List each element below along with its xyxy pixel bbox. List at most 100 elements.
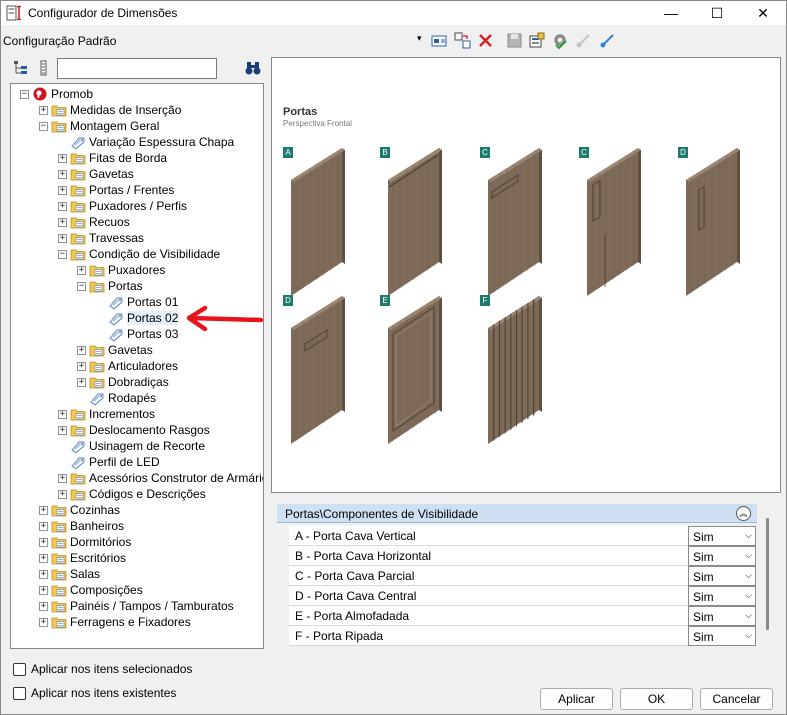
tree-item[interactable]: + Portas / Frentes	[58, 182, 174, 198]
property-value-select[interactable]: Sim ⌵	[688, 586, 756, 606]
tree-item[interactable]: + Gavetas	[58, 166, 134, 182]
tree-search-input[interactable]	[57, 58, 217, 79]
property-value-select[interactable]: Sim ⌵	[688, 566, 756, 586]
expand-node-icon[interactable]: +	[58, 217, 67, 227]
export-icon[interactable]	[528, 32, 546, 50]
expand-node-icon[interactable]: +	[58, 185, 67, 195]
tree-item[interactable]: + Articuladores	[77, 358, 178, 374]
collapse-node-icon[interactable]: −	[20, 89, 29, 99]
tree-item[interactable]: + Painéis / Tampos / Tamburatos	[39, 598, 234, 614]
expand-node-icon[interactable]: +	[58, 169, 67, 179]
chevron-down-icon: ⌵	[745, 550, 752, 560]
expand-node-icon[interactable]: +	[58, 409, 67, 419]
expand-node-icon[interactable]: +	[77, 345, 86, 355]
tree-item[interactable]: + Puxadores	[77, 262, 165, 278]
expand-node-icon[interactable]: +	[58, 473, 67, 483]
tree-item[interactable]: Portas 01	[96, 294, 178, 310]
tree-item[interactable]: + Puxadores / Perfis	[58, 198, 187, 214]
tree-item[interactable]: − Promob	[20, 86, 93, 102]
tree-item[interactable]: + Composições	[39, 582, 143, 598]
expand-node-icon[interactable]: +	[39, 537, 48, 547]
expand-icon[interactable]	[575, 32, 593, 50]
tree-item[interactable]: + Salas	[39, 566, 100, 582]
tree-item[interactable]: + Gavetas	[77, 342, 153, 358]
expand-node-icon[interactable]: +	[77, 377, 86, 387]
maximize-button[interactable]: ☐	[694, 1, 740, 25]
tree-item[interactable]: + Banheiros	[39, 518, 124, 534]
binoculars-icon[interactable]	[244, 59, 262, 77]
title-bar[interactable]: Configurador de Dimensões — ☐ ✕	[1, 1, 786, 25]
expand-node-icon[interactable]: +	[39, 601, 48, 611]
tree-item[interactable]: Rodapés	[77, 390, 156, 406]
tree-item[interactable]: + Incrementos	[58, 406, 155, 422]
apply-selected-checkbox-row[interactable]: Aplicar nos itens selecionados	[13, 662, 192, 676]
tree-item[interactable]: Perfil de LED	[58, 454, 160, 470]
tree-item[interactable]: + Travessas	[58, 230, 144, 246]
delete-icon[interactable]	[477, 32, 495, 50]
expand-node-icon[interactable]: +	[58, 201, 67, 211]
save-icon[interactable]	[506, 32, 524, 50]
apply-selected-label: Aplicar nos itens selecionados	[31, 662, 193, 676]
tree-item[interactable]: − Condição de Visibilidade	[58, 246, 220, 262]
expand-node-icon[interactable]: +	[77, 265, 86, 275]
minimize-button[interactable]: —	[648, 1, 694, 25]
collapse-section-icon[interactable]: ︽	[736, 506, 751, 521]
property-row: D - Porta Cava Central Sim ⌵	[289, 586, 756, 606]
expand-node-icon[interactable]: +	[39, 505, 48, 515]
apply-existing-checkbox-row[interactable]: Aplicar nos itens existentes	[13, 686, 176, 700]
collapse-node-icon[interactable]: −	[39, 121, 48, 131]
tree-item[interactable]: + Escritórios	[39, 550, 126, 566]
tree-item[interactable]: Usinagem de Recorte	[58, 438, 205, 454]
tree-item[interactable]: Variação Espessura Chapa	[58, 134, 234, 150]
property-value-select[interactable]: Sim ⌵	[688, 526, 756, 546]
collapse-icon[interactable]	[599, 32, 617, 50]
expand-node-icon[interactable]: +	[77, 361, 86, 371]
tree-item[interactable]: + Cozinhas	[39, 502, 120, 518]
tree-item[interactable]: + Acessórios Construtor de Armários	[58, 470, 263, 486]
expand-node-icon[interactable]: +	[58, 233, 67, 243]
folder-icon	[89, 265, 105, 277]
collapse-node-icon[interactable]: −	[77, 281, 86, 291]
dimension-tree[interactable]: − Promob + Medidas de Inserção − Montagem Ger…	[10, 83, 264, 649]
tree-view-icon[interactable]	[12, 59, 30, 77]
property-value-select[interactable]: Sim ⌵	[688, 626, 756, 646]
expand-node-icon[interactable]: +	[39, 521, 48, 531]
collapse-node-icon[interactable]: −	[58, 249, 67, 259]
property-value-select[interactable]: Sim ⌵	[688, 606, 756, 626]
tree-item[interactable]: + Fitas de Borda	[58, 150, 167, 166]
tree-item[interactable]: + Deslocamento Rasgos	[58, 422, 210, 438]
tree-item[interactable]: + Recuos	[58, 214, 130, 230]
tree-item-label: Usinagem de Recorte	[89, 439, 206, 453]
tree-item[interactable]: − Portas	[77, 278, 143, 294]
tree-item[interactable]: − Montagem Geral	[39, 118, 159, 134]
properties-header[interactable]: Portas\Componentes de Visibilidade ︽	[277, 504, 757, 523]
expand-node-icon[interactable]: +	[58, 425, 67, 435]
expand-node-icon[interactable]: +	[58, 489, 67, 499]
expand-node-icon[interactable]: +	[39, 105, 48, 115]
apply-selected-checkbox[interactable]	[13, 662, 26, 676]
configuration-dropdown[interactable]: ▾	[417, 33, 422, 44]
property-value-select[interactable]: Sim ⌵	[688, 546, 756, 566]
expand-node-icon[interactable]: +	[39, 585, 48, 595]
tree-item[interactable]: Portas 03	[96, 326, 178, 342]
expand-node-icon[interactable]: +	[58, 153, 67, 163]
copy-icon[interactable]	[454, 32, 472, 50]
expand-node-icon[interactable]: +	[39, 617, 48, 627]
tree-item[interactable]: Portas 02	[96, 310, 179, 326]
close-button[interactable]: ✕	[740, 1, 786, 25]
tree-item[interactable]: + Medidas de Inserção	[39, 102, 181, 118]
tree-item[interactable]: + Dobradiças	[77, 374, 169, 390]
tree-item[interactable]: + Ferragens e Fixadores	[39, 614, 191, 630]
cancel-button[interactable]: Cancelar	[700, 688, 773, 710]
expand-node-icon[interactable]: +	[39, 569, 48, 579]
apply-button[interactable]: Aplicar	[540, 688, 613, 710]
expand-node-icon[interactable]: +	[39, 553, 48, 563]
properties-icon[interactable]	[431, 32, 449, 50]
properties-scrollbar[interactable]	[766, 518, 769, 630]
ok-button[interactable]: OK	[620, 688, 693, 710]
settings-icon[interactable]	[551, 32, 569, 50]
tree-item[interactable]: + Dormitórios	[39, 534, 131, 550]
list-view-icon[interactable]	[35, 59, 53, 77]
tree-item[interactable]: + Códigos e Descrições	[58, 486, 206, 502]
apply-existing-checkbox[interactable]	[13, 686, 26, 700]
